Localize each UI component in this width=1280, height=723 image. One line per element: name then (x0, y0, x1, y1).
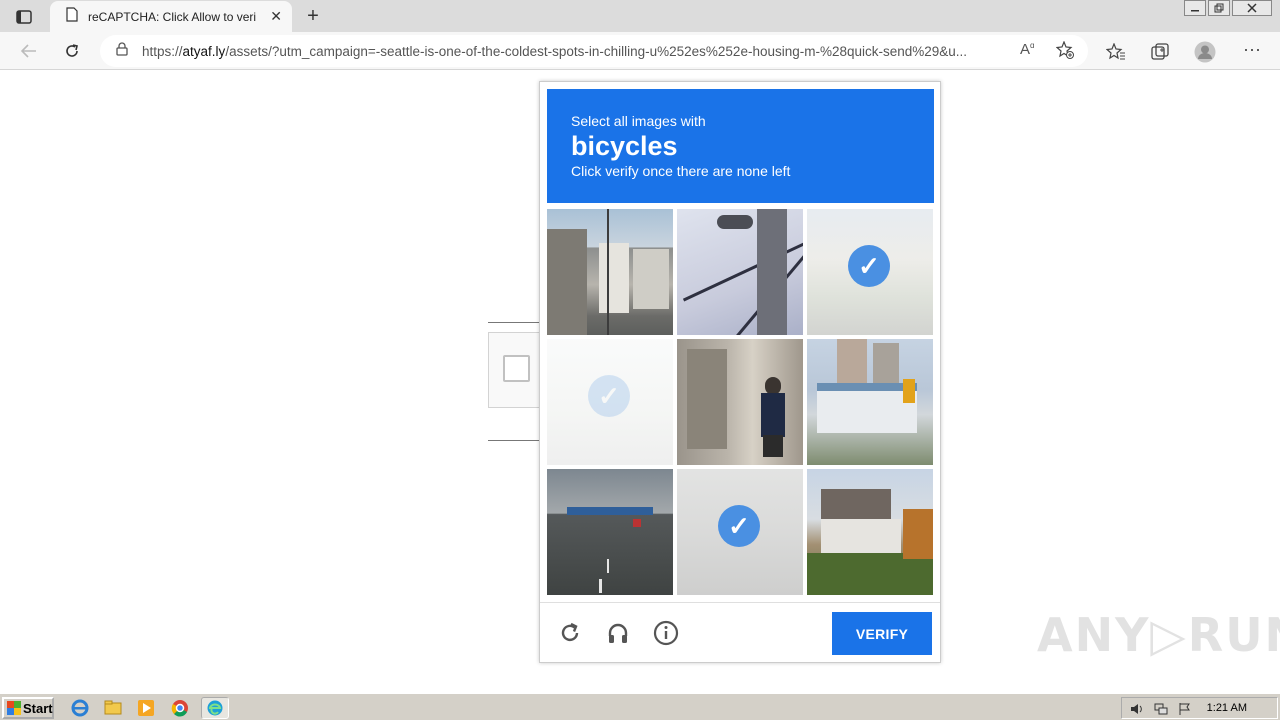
taskbar: Start 1:21 AM (0, 693, 1280, 720)
captcha-tile[interactable] (547, 209, 673, 335)
captcha-tile-selected[interactable]: ✓ (677, 469, 803, 595)
new-tab-button[interactable]: + (302, 5, 324, 28)
close-window-button[interactable] (1232, 0, 1272, 16)
collections-icon[interactable] (1149, 41, 1171, 63)
navigation-bar: https://atyaf.ly/assets/?utm_campaign=-s… (0, 32, 1280, 70)
verify-button[interactable]: VERIFY (832, 612, 932, 655)
divider-top (488, 322, 544, 323)
minimize-button[interactable] (1184, 0, 1206, 16)
captcha-target: bicycles (571, 131, 678, 161)
captcha-tile-selected[interactable]: ✓ (547, 339, 673, 465)
captcha-tile[interactable] (807, 469, 933, 595)
captcha-instruction: Select all images with (571, 113, 706, 129)
captcha-tile-selected[interactable]: ✓ (807, 209, 933, 335)
explorer-folder-icon[interactable] (103, 698, 123, 718)
edge-taskbar-button[interactable] (201, 697, 229, 719)
close-tab-icon[interactable]: ✕ (270, 8, 282, 25)
audio-challenge-icon[interactable] (605, 620, 631, 646)
volume-icon[interactable] (1130, 702, 1144, 716)
selected-check-icon: ✓ (848, 245, 890, 287)
selected-check-icon: ✓ (588, 375, 630, 417)
network-icon[interactable] (1154, 702, 1168, 716)
divider-bottom (488, 440, 544, 441)
action-center-flag-icon[interactable] (1178, 702, 1192, 716)
read-aloud-icon[interactable]: Aɑ (1020, 41, 1034, 58)
tab-title: reCAPTCHA: Click Allow to veri (88, 9, 256, 24)
info-icon[interactable] (653, 620, 679, 646)
tab-actions-icon[interactable] (10, 6, 38, 28)
start-label: Start (23, 700, 53, 716)
page-icon (66, 6, 78, 27)
selected-check-icon: ✓ (718, 505, 760, 547)
system-tray: 1:21 AM (1121, 697, 1278, 719)
tab-strip: reCAPTCHA: Click Allow to veri ✕ + (0, 0, 1280, 32)
url-text[interactable]: https://atyaf.ly/assets/?utm_campaign=-s… (142, 44, 1007, 59)
recaptcha-checkbox[interactable] (503, 355, 530, 382)
chrome-icon[interactable] (170, 698, 190, 718)
captcha-tile[interactable] (677, 209, 803, 335)
profile-avatar-icon[interactable] (1194, 41, 1216, 63)
captcha-challenge: Select all images with bicycles Click ve… (539, 81, 941, 663)
captcha-tile[interactable] (547, 469, 673, 595)
ie-icon[interactable] (70, 698, 90, 718)
anyrun-watermark: ANY▷RUN (1037, 608, 1280, 662)
start-button[interactable]: Start (2, 697, 54, 719)
footer-divider (540, 602, 940, 603)
captcha-hint: Click verify once there are none left (571, 163, 791, 179)
add-favorite-icon[interactable] (1055, 40, 1074, 63)
captcha-tile[interactable] (677, 339, 803, 465)
more-menu-icon[interactable]: ··· (1241, 38, 1263, 60)
address-bar[interactable]: https://atyaf.ly/assets/?utm_campaign=-s… (100, 35, 1088, 67)
clock[interactable]: 1:21 AM (1207, 702, 1247, 714)
captcha-tile[interactable] (807, 339, 933, 465)
lock-icon[interactable] (116, 41, 128, 61)
favorites-icon[interactable] (1105, 41, 1127, 63)
windows-flag-icon (7, 701, 21, 715)
refresh-icon[interactable] (59, 39, 85, 63)
media-player-icon[interactable] (136, 698, 156, 718)
browser-tab[interactable]: reCAPTCHA: Click Allow to veri ✕ (50, 1, 292, 32)
restore-button[interactable] (1208, 0, 1230, 16)
back-arrow-icon[interactable] (16, 39, 42, 63)
captcha-header: Select all images with bicycles Click ve… (547, 89, 934, 203)
reload-icon[interactable] (557, 620, 583, 646)
